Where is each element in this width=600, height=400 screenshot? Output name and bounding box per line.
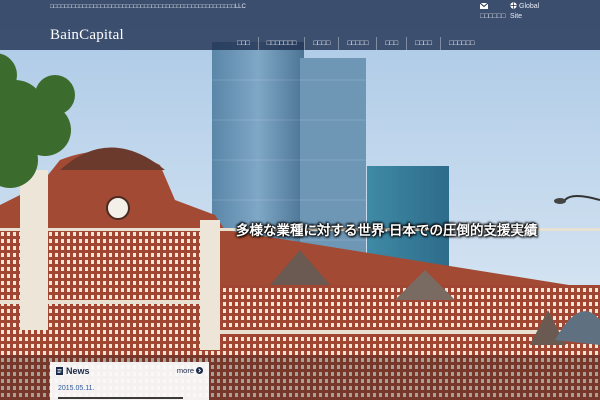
globe-icon: [510, 2, 517, 9]
logo[interactable]: BainCapital: [50, 27, 124, 44]
news-heading: News: [56, 366, 90, 376]
news-more-label: more: [176, 366, 194, 375]
news-item-date[interactable]: 2015.05.11.: [58, 385, 94, 392]
nav-item-5[interactable]: □□□: [376, 37, 406, 50]
chevron-right-icon: [196, 367, 203, 374]
site-header: □□□□□□□□□□□□□□□□□□□□□□□□□□□□□□□□□□□□□□□□…: [0, 0, 600, 50]
nav-item-3[interactable]: □□□□: [304, 37, 338, 50]
envelope-icon: [479, 2, 489, 9]
news-title-label: News: [66, 366, 90, 376]
main-nav: □□□ □□□□□□□ □□□□ □□□□□ □□□ □□□□ □□□□□□: [229, 37, 482, 50]
nav-item-2[interactable]: □□□□□□□: [257, 37, 305, 50]
contact-link-label: □□□□□□: [480, 13, 506, 20]
nav-item-1[interactable]: □□□: [229, 37, 258, 50]
hero-headline: 多様な業種に対する世界·日本での圧倒的支援実績: [236, 223, 538, 238]
news-panel: News more 2015.05.11.: [50, 362, 209, 400]
nav-item-6[interactable]: □□□□: [406, 37, 440, 50]
hero-image: [0, 0, 600, 400]
news-more-link[interactable]: more: [177, 366, 203, 375]
nav-item-4[interactable]: □□□□□: [338, 37, 376, 50]
news-item-title-redacted[interactable]: [58, 397, 183, 399]
global-site-link[interactable]: Global Site: [510, 2, 550, 22]
contact-link[interactable]: □□□□□□: [479, 2, 510, 22]
header-tagline: □□□□□□□□□□□□□□□□□□□□□□□□□□□□□□□□□□□□□□□□…: [50, 4, 246, 10]
document-icon: [56, 367, 63, 375]
nav-item-7[interactable]: □□□□□□: [439, 37, 482, 50]
